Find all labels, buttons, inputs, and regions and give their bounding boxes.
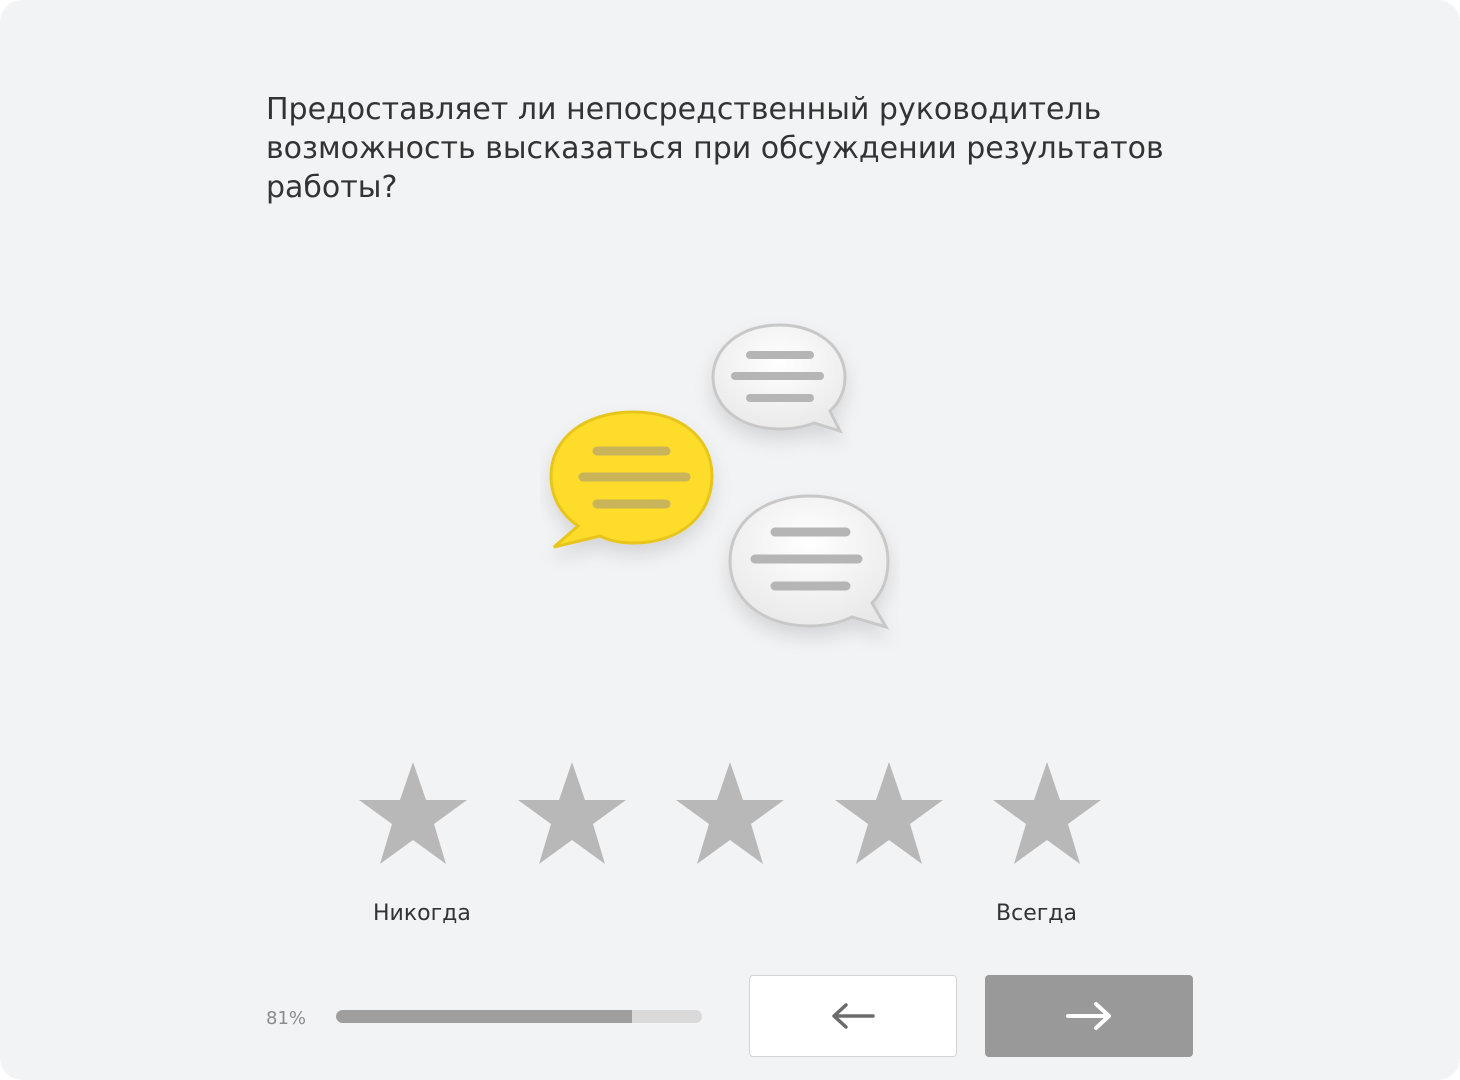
survey-card: Предоставляет ли непосредственный руково… xyxy=(0,0,1460,1080)
star-5-icon[interactable] xyxy=(991,760,1103,868)
question-text: Предоставляет ли непосредственный руково… xyxy=(266,92,1164,205)
back-button[interactable] xyxy=(749,975,957,1057)
progress-percent: 81% xyxy=(266,1008,307,1029)
progress-bar-fill xyxy=(336,1010,633,1023)
yellow-bubble xyxy=(549,410,714,549)
star-1-icon[interactable] xyxy=(357,760,469,868)
gray-bubble-bottom xyxy=(728,494,890,630)
progress-bar xyxy=(336,1010,702,1023)
rating-stars xyxy=(357,760,1103,870)
star-2-icon[interactable] xyxy=(516,760,628,868)
scale-max-label: Всегда xyxy=(996,901,1077,926)
chat-bubbles-icon xyxy=(540,315,900,665)
star-4-icon[interactable] xyxy=(833,760,945,868)
arrow-left-icon xyxy=(832,1003,875,1029)
scale-min-label: Никогда xyxy=(373,901,471,926)
arrow-right-icon xyxy=(1066,1002,1111,1030)
next-button[interactable] xyxy=(985,975,1193,1057)
gray-bubble-top xyxy=(711,323,847,434)
star-3-icon[interactable] xyxy=(674,760,786,868)
